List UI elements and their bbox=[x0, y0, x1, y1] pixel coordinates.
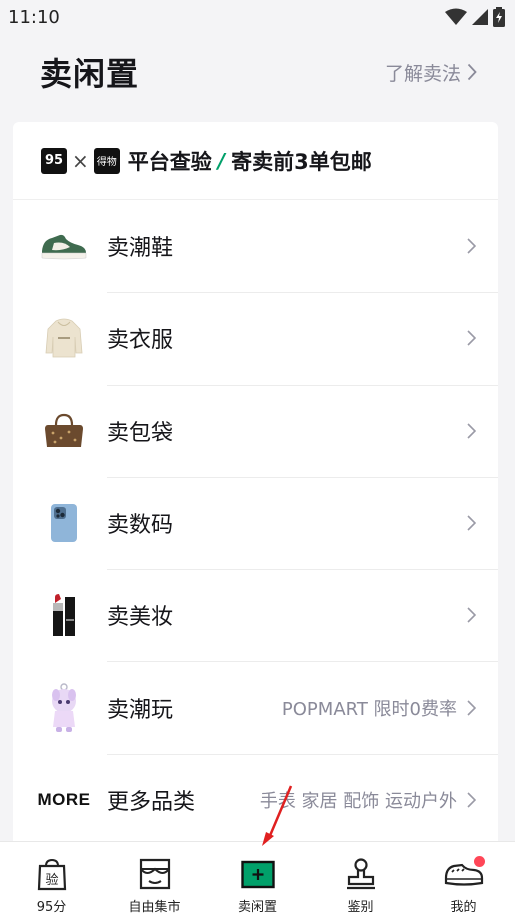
shopping-bag-icon: 验 bbox=[35, 856, 69, 892]
category-row-beauty[interactable]: 卖美妆 bbox=[13, 569, 498, 661]
more-text: MORE bbox=[37, 789, 91, 809]
page-header: 卖闲置 了解卖法 bbox=[0, 40, 515, 104]
category-row-more[interactable]: MORE 更多品类 手表 家居 配饰 运动户外 bbox=[13, 753, 498, 846]
promo-banner[interactable]: 95 × 得物 平台查验 / 寄卖前3单包邮 bbox=[13, 122, 498, 200]
logo-95-icon: 95 bbox=[41, 147, 67, 174]
category-note: POPMART 限时0费率 bbox=[281, 698, 457, 720]
chevron-right-icon bbox=[467, 607, 476, 623]
category-right bbox=[457, 200, 476, 292]
category-right bbox=[457, 477, 476, 569]
market-stall-icon bbox=[138, 856, 172, 892]
toy-figure-icon bbox=[39, 678, 89, 738]
chevron-right-icon bbox=[467, 330, 476, 347]
category-row-sneakers[interactable]: 卖潮鞋 bbox=[13, 200, 498, 292]
status-time: 11:10 bbox=[8, 6, 60, 28]
chevron-right-icon bbox=[467, 238, 476, 254]
bag-text: 验 bbox=[45, 872, 58, 888]
sell-plus-icon bbox=[240, 856, 275, 892]
hoodie-icon bbox=[39, 308, 89, 368]
category-row-digital[interactable]: 卖数码 bbox=[13, 476, 498, 569]
tab-label: 卖闲置 bbox=[237, 900, 277, 915]
chevron-right-icon bbox=[467, 423, 476, 439]
category-right bbox=[457, 569, 476, 661]
tab-label: 自由集市 bbox=[128, 900, 181, 915]
status-icons bbox=[445, 7, 505, 27]
tab-label: 我的 bbox=[450, 900, 477, 915]
category-label: 卖潮玩 bbox=[107, 697, 174, 723]
tab-label: 鉴别 bbox=[347, 900, 374, 915]
cell-signal-icon bbox=[472, 9, 488, 25]
phone-icon bbox=[39, 493, 89, 553]
tab-mine[interactable]: 我的 bbox=[412, 842, 515, 918]
category-label: 卖潮鞋 bbox=[107, 236, 174, 262]
banner-slash: / bbox=[217, 148, 226, 173]
chevron-right-icon bbox=[467, 792, 476, 808]
banner-text-right: 寄卖前3单包邮 bbox=[231, 149, 372, 174]
tab-95fen[interactable]: 验 95分 bbox=[0, 842, 103, 918]
chevron-right-icon bbox=[467, 515, 476, 531]
logo-dewu-icon: 得物 bbox=[93, 147, 120, 174]
tab-sell-idle[interactable]: 卖闲置 bbox=[206, 842, 309, 918]
category-label: 卖数码 bbox=[107, 513, 174, 539]
category-row-clothing[interactable]: 卖衣服 bbox=[13, 292, 498, 384]
category-label: 卖美妆 bbox=[107, 605, 174, 631]
category-note: 手表 家居 配饰 运动户外 bbox=[259, 790, 457, 812]
wifi-icon bbox=[445, 8, 467, 25]
category-label: 卖包袋 bbox=[107, 420, 174, 446]
category-label: 卖衣服 bbox=[107, 328, 174, 354]
tab-label: 95分 bbox=[36, 900, 67, 915]
sneaker-icon bbox=[39, 216, 89, 276]
banner-text-left: 平台查验 bbox=[127, 149, 212, 174]
learn-selling-label: 了解卖法 bbox=[384, 62, 461, 85]
tab-free-market[interactable]: 自由集市 bbox=[103, 842, 206, 918]
stamp-icon bbox=[344, 856, 378, 892]
page-title: 卖闲置 bbox=[40, 55, 140, 93]
status-bar: 11:10 bbox=[0, 0, 515, 34]
notification-badge bbox=[474, 856, 485, 867]
category-right bbox=[457, 385, 476, 477]
category-row-bags[interactable]: 卖包袋 bbox=[13, 384, 498, 477]
battery-icon bbox=[493, 7, 505, 27]
category-right bbox=[457, 292, 476, 384]
more-text-icon: MORE bbox=[37, 770, 91, 830]
lipstick-icon bbox=[39, 585, 89, 645]
times-symbol: × bbox=[72, 148, 89, 173]
bottom-tab-bar: 验 95分 自由集市 卖闲置 鉴别 我的 bbox=[0, 841, 515, 918]
category-right: POPMART 限时0费率 bbox=[282, 661, 476, 753]
learn-selling-link[interactable]: 了解卖法 bbox=[385, 59, 477, 86]
tab-authenticate[interactable]: 鉴别 bbox=[309, 842, 412, 918]
sell-category-card: 95 × 得物 平台查验 / 寄卖前3单包邮 卖潮鞋 卖衣服 卖包袋 卖数码 卖… bbox=[13, 122, 498, 852]
chevron-right-icon bbox=[467, 700, 476, 716]
category-right: 手表 家居 配饰 运动户外 bbox=[260, 754, 476, 846]
category-row-toys[interactable]: 卖潮玩 POPMART 限时0费率 bbox=[13, 661, 498, 753]
handbag-icon bbox=[39, 401, 89, 461]
category-label: 更多品类 bbox=[107, 789, 196, 815]
chevron-right-icon bbox=[467, 63, 477, 81]
